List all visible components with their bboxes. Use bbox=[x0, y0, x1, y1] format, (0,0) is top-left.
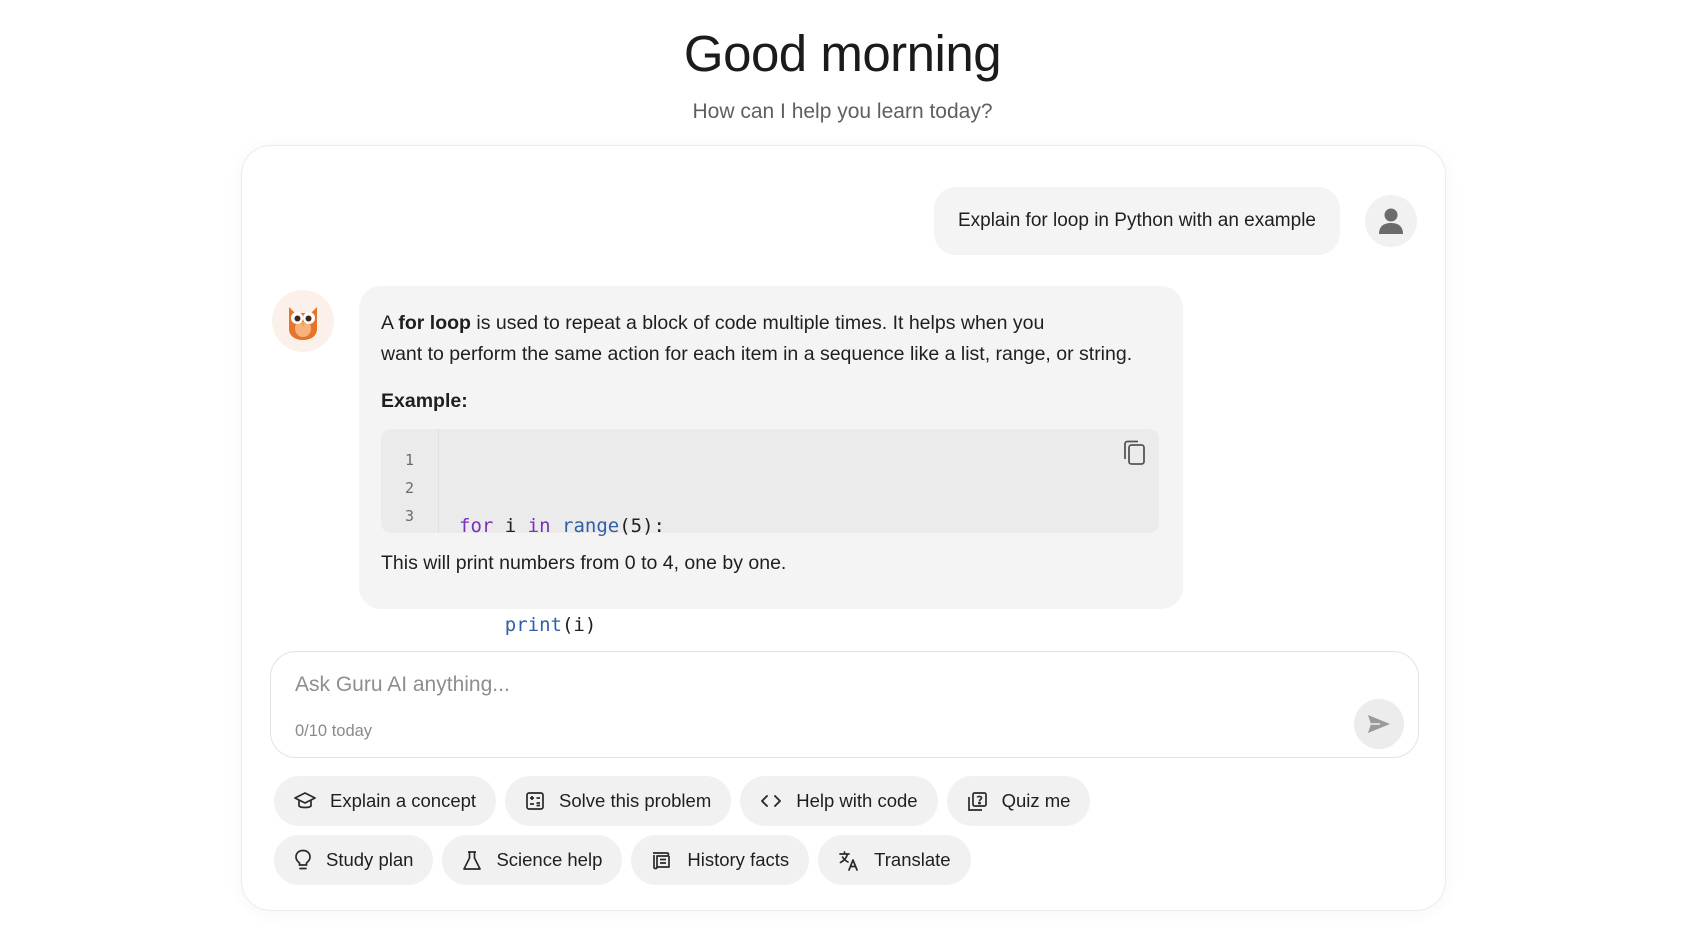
quick-actions: Explain a concept Solve this problem Hel… bbox=[274, 776, 1374, 894]
code-text: (i) bbox=[561, 614, 597, 636]
greeting-subtitle: How can I help you learn today? bbox=[692, 100, 993, 123]
code-block: 1 2 3 for i in range(5): print(i) bbox=[381, 429, 1159, 636]
translate-icon bbox=[839, 850, 859, 871]
line-numbers: 1 2 3 bbox=[381, 429, 439, 533]
graduation-cap-icon bbox=[294, 792, 316, 809]
code-line-1: for i in range(5): bbox=[459, 510, 665, 543]
intro-text-line1: is used to repeat a block of code multip… bbox=[470, 312, 1045, 334]
intro-prefix: A bbox=[381, 312, 399, 334]
send-icon bbox=[1368, 715, 1390, 733]
assistant-intro: A for loop is used to repeat a block of … bbox=[381, 308, 1161, 370]
chip-label: Help with code bbox=[796, 790, 918, 811]
user-message-row: Explain for loop in Python with an examp… bbox=[933, 187, 1417, 255]
chip-label: Explain a concept bbox=[330, 790, 477, 811]
code-text: i bbox=[493, 515, 528, 537]
chip-help-code[interactable]: Help with code bbox=[740, 776, 938, 826]
user-message-bubble: Explain for loop in Python with an examp… bbox=[933, 187, 1340, 255]
assistant-message-bubble: A for loop is used to repeat a block of … bbox=[359, 286, 1183, 636]
line-number: 2 bbox=[404, 479, 415, 497]
chip-label: History facts bbox=[687, 849, 790, 870]
composer: 0/10 today bbox=[270, 651, 1419, 758]
chip-study-plan[interactable]: Study plan bbox=[274, 835, 434, 885]
code-content: for i in range(5): print(i) bbox=[439, 429, 665, 636]
code-keyword: for bbox=[459, 515, 494, 537]
message-input[interactable] bbox=[295, 670, 1195, 700]
copy-icon bbox=[1124, 440, 1145, 465]
code-function: range bbox=[562, 515, 620, 537]
line-number: 1 bbox=[404, 451, 415, 469]
example-label: Example: bbox=[381, 390, 468, 412]
owl-icon bbox=[289, 307, 317, 340]
send-button[interactable] bbox=[1354, 699, 1404, 749]
chip-translate[interactable]: Translate bbox=[818, 835, 971, 885]
chip-explain-concept[interactable]: Explain a concept bbox=[274, 776, 497, 826]
chip-label: Science help bbox=[496, 849, 603, 870]
user-avatar[interactable] bbox=[1365, 195, 1417, 247]
chip-quiz-me[interactable]: Quiz me bbox=[946, 776, 1091, 826]
code-keyword: in bbox=[527, 515, 551, 537]
chip-label: Translate bbox=[874, 849, 951, 870]
chip-label: Quiz me bbox=[1001, 790, 1071, 811]
code-line-2: print(i) bbox=[459, 609, 665, 642]
greeting-heading: Good morning bbox=[683, 25, 1002, 82]
scroll-icon bbox=[653, 852, 671, 870]
quiz-icon bbox=[967, 791, 987, 811]
quick-actions-row: Explain a concept Solve this problem Hel… bbox=[274, 776, 1374, 826]
calculator-icon bbox=[526, 792, 544, 810]
usage-counter: 0/10 today bbox=[295, 722, 373, 740]
chip-history-facts[interactable]: History facts bbox=[631, 835, 810, 885]
user-icon bbox=[1379, 208, 1403, 234]
chip-label: Solve this problem bbox=[559, 790, 712, 811]
chip-label: Study plan bbox=[326, 849, 414, 870]
lightbulb-icon bbox=[295, 849, 311, 870]
code-icon bbox=[761, 795, 782, 807]
intro-bold-term: for loop bbox=[398, 312, 471, 334]
flask-icon bbox=[463, 850, 482, 870]
code-text: (5): bbox=[619, 515, 665, 537]
code-function: print bbox=[504, 614, 562, 636]
chat-card: Explain for loop in Python with an examp… bbox=[241, 145, 1446, 911]
chip-science-help[interactable]: Science help bbox=[442, 835, 623, 885]
line-number: 3 bbox=[404, 507, 415, 525]
assistant-avatar bbox=[272, 290, 334, 352]
quick-actions-row: Study plan Science help History facts Tr… bbox=[274, 835, 1374, 885]
copy-code-button[interactable] bbox=[1121, 439, 1147, 467]
chip-solve-problem[interactable]: Solve this problem bbox=[505, 776, 732, 826]
intro-text-line2: want to perform the same action for each… bbox=[381, 343, 1133, 365]
